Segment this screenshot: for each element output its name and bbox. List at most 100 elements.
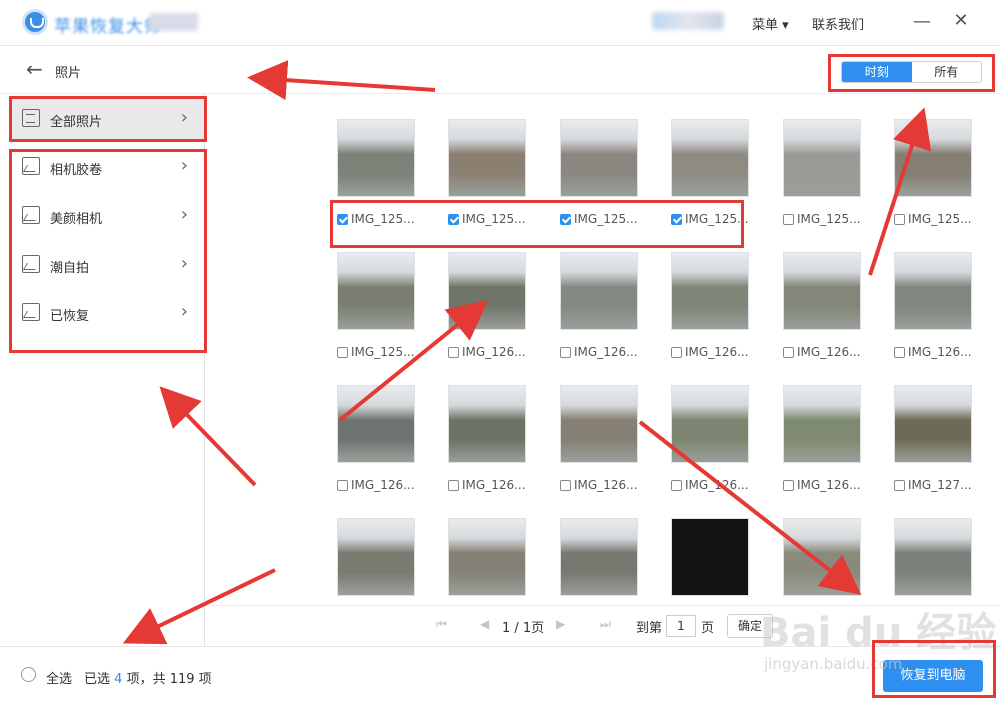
photo-caption[interactable]: IMG_125... [337, 345, 415, 359]
restore-to-computer-button[interactable]: 恢复到电脑 [883, 660, 983, 692]
photo-thumbnail[interactable] [894, 119, 972, 197]
photo-item[interactable]: IMG_125... [894, 119, 974, 226]
close-icon[interactable]: ✕ [951, 11, 971, 31]
photo-item[interactable]: IMG_125... [337, 119, 417, 226]
photo-checkbox[interactable] [448, 346, 459, 358]
last-page-icon[interactable]: ⏭ [600, 617, 611, 632]
sidebar-item-recovered[interactable]: 已恢复 › [12, 290, 204, 336]
minimize-icon[interactable]: — [912, 12, 932, 32]
photo-item[interactable]: IMG_125... [560, 119, 640, 226]
photo-thumbnail[interactable] [671, 518, 749, 596]
photo-caption[interactable]: IMG_125... [671, 212, 749, 226]
sidebar-item-camera-roll[interactable]: 相机胶卷 › [12, 144, 204, 190]
photo-thumbnail[interactable] [894, 385, 972, 463]
photo-checkbox[interactable] [671, 213, 682, 225]
photo-thumbnail[interactable] [337, 119, 415, 197]
tab-moments[interactable]: 时刻 [842, 62, 912, 82]
photo-item[interactable]: IMG_126... [671, 385, 751, 492]
photo-checkbox[interactable] [337, 346, 348, 358]
photo-checkbox[interactable] [783, 479, 794, 491]
photo-thumbnail[interactable] [671, 385, 749, 463]
photo-checkbox[interactable] [337, 213, 348, 225]
photo-caption[interactable]: IMG_125... [894, 212, 972, 226]
photo-caption[interactable]: IMG_126... [560, 345, 638, 359]
photo-checkbox[interactable] [560, 213, 571, 225]
photo-checkbox[interactable] [560, 479, 571, 491]
photo-checkbox[interactable] [337, 479, 348, 491]
photo-thumbnail[interactable] [783, 119, 861, 197]
photo-checkbox[interactable] [671, 346, 682, 358]
photo-caption[interactable]: IMG_126... [783, 345, 861, 359]
photo-item[interactable]: IMG_125... [671, 119, 751, 226]
photo-thumbnail[interactable] [337, 252, 415, 330]
photo-item[interactable] [783, 518, 863, 596]
photo-item[interactable] [337, 518, 417, 596]
photo-thumbnail[interactable] [783, 252, 861, 330]
photo-thumbnail[interactable] [783, 518, 861, 596]
photo-item[interactable]: IMG_126... [560, 385, 640, 492]
sidebar-item-selfie[interactable]: 潮自拍 › [12, 242, 204, 288]
photo-caption[interactable]: IMG_125... [783, 212, 861, 226]
photo-thumbnail[interactable] [783, 385, 861, 463]
photo-checkbox[interactable] [894, 479, 905, 491]
photo-caption[interactable]: IMG_125... [337, 212, 415, 226]
photo-caption[interactable]: IMG_126... [894, 345, 972, 359]
photo-caption[interactable]: IMG_126... [448, 345, 526, 359]
photo-caption[interactable]: IMG_127... [894, 478, 972, 492]
photo-caption[interactable]: IMG_125... [560, 212, 638, 226]
photo-thumbnail[interactable] [560, 385, 638, 463]
photo-thumbnail[interactable] [894, 518, 972, 596]
select-all-radio[interactable] [21, 667, 36, 682]
sidebar-item-beauty-camera[interactable]: 美颜相机 › [12, 193, 204, 239]
photo-thumbnail[interactable] [671, 252, 749, 330]
photo-item[interactable]: IMG_125... [337, 252, 417, 359]
photo-thumbnail[interactable] [337, 518, 415, 596]
photo-item[interactable]: IMG_126... [783, 252, 863, 359]
prev-page-icon[interactable]: ◀ [480, 617, 489, 631]
photo-caption[interactable]: IMG_125... [448, 212, 526, 226]
photo-item[interactable]: IMG_126... [560, 252, 640, 359]
select-all-label[interactable]: 全选 [46, 668, 72, 687]
back-arrow-icon[interactable]: ← [26, 59, 43, 79]
photo-caption[interactable]: IMG_126... [671, 345, 749, 359]
photo-checkbox[interactable] [448, 479, 459, 491]
page-number-input[interactable]: 1 [666, 615, 696, 637]
sidebar-item-all-photos[interactable]: 全部照片 › [12, 96, 204, 142]
photo-checkbox[interactable] [671, 479, 682, 491]
photo-item[interactable]: IMG_126... [448, 252, 528, 359]
photo-thumbnail[interactable] [560, 119, 638, 197]
photo-checkbox[interactable] [894, 213, 905, 225]
menu-button[interactable]: 菜单 ▾ [752, 14, 789, 33]
photo-item[interactable]: IMG_125... [783, 119, 863, 226]
photo-caption[interactable]: IMG_126... [671, 478, 749, 492]
photo-thumbnail[interactable] [448, 252, 526, 330]
photo-item[interactable]: IMG_127... [894, 385, 974, 492]
photo-caption[interactable]: IMG_126... [783, 478, 861, 492]
contact-us-link[interactable]: 联系我们 [812, 14, 864, 33]
photo-checkbox[interactable] [783, 213, 794, 225]
photo-thumbnail[interactable] [560, 518, 638, 596]
photo-caption[interactable]: IMG_126... [560, 478, 638, 492]
photo-thumbnail[interactable] [337, 385, 415, 463]
photo-item[interactable]: IMG_125... [448, 119, 528, 226]
tab-all[interactable]: 所有 [912, 62, 982, 82]
photo-thumbnail[interactable] [671, 119, 749, 197]
photo-item[interactable]: IMG_126... [783, 385, 863, 492]
photo-item[interactable] [448, 518, 528, 596]
first-page-icon[interactable]: ⏮ [436, 617, 447, 632]
photo-thumbnail[interactable] [448, 119, 526, 197]
photo-item[interactable]: IMG_126... [337, 385, 417, 492]
photo-checkbox[interactable] [894, 346, 905, 358]
photo-item[interactable] [671, 518, 751, 596]
photo-checkbox[interactable] [783, 346, 794, 358]
photo-item[interactable]: IMG_126... [671, 252, 751, 359]
photo-thumbnail[interactable] [448, 518, 526, 596]
photo-item[interactable] [894, 518, 974, 596]
photo-checkbox[interactable] [560, 346, 571, 358]
photo-item[interactable]: IMG_126... [894, 252, 974, 359]
photo-item[interactable]: IMG_126... [448, 385, 528, 492]
photo-caption[interactable]: IMG_126... [448, 478, 526, 492]
photo-thumbnail[interactable] [894, 252, 972, 330]
next-page-icon[interactable]: ▶ [556, 617, 565, 631]
photo-thumbnail[interactable] [560, 252, 638, 330]
